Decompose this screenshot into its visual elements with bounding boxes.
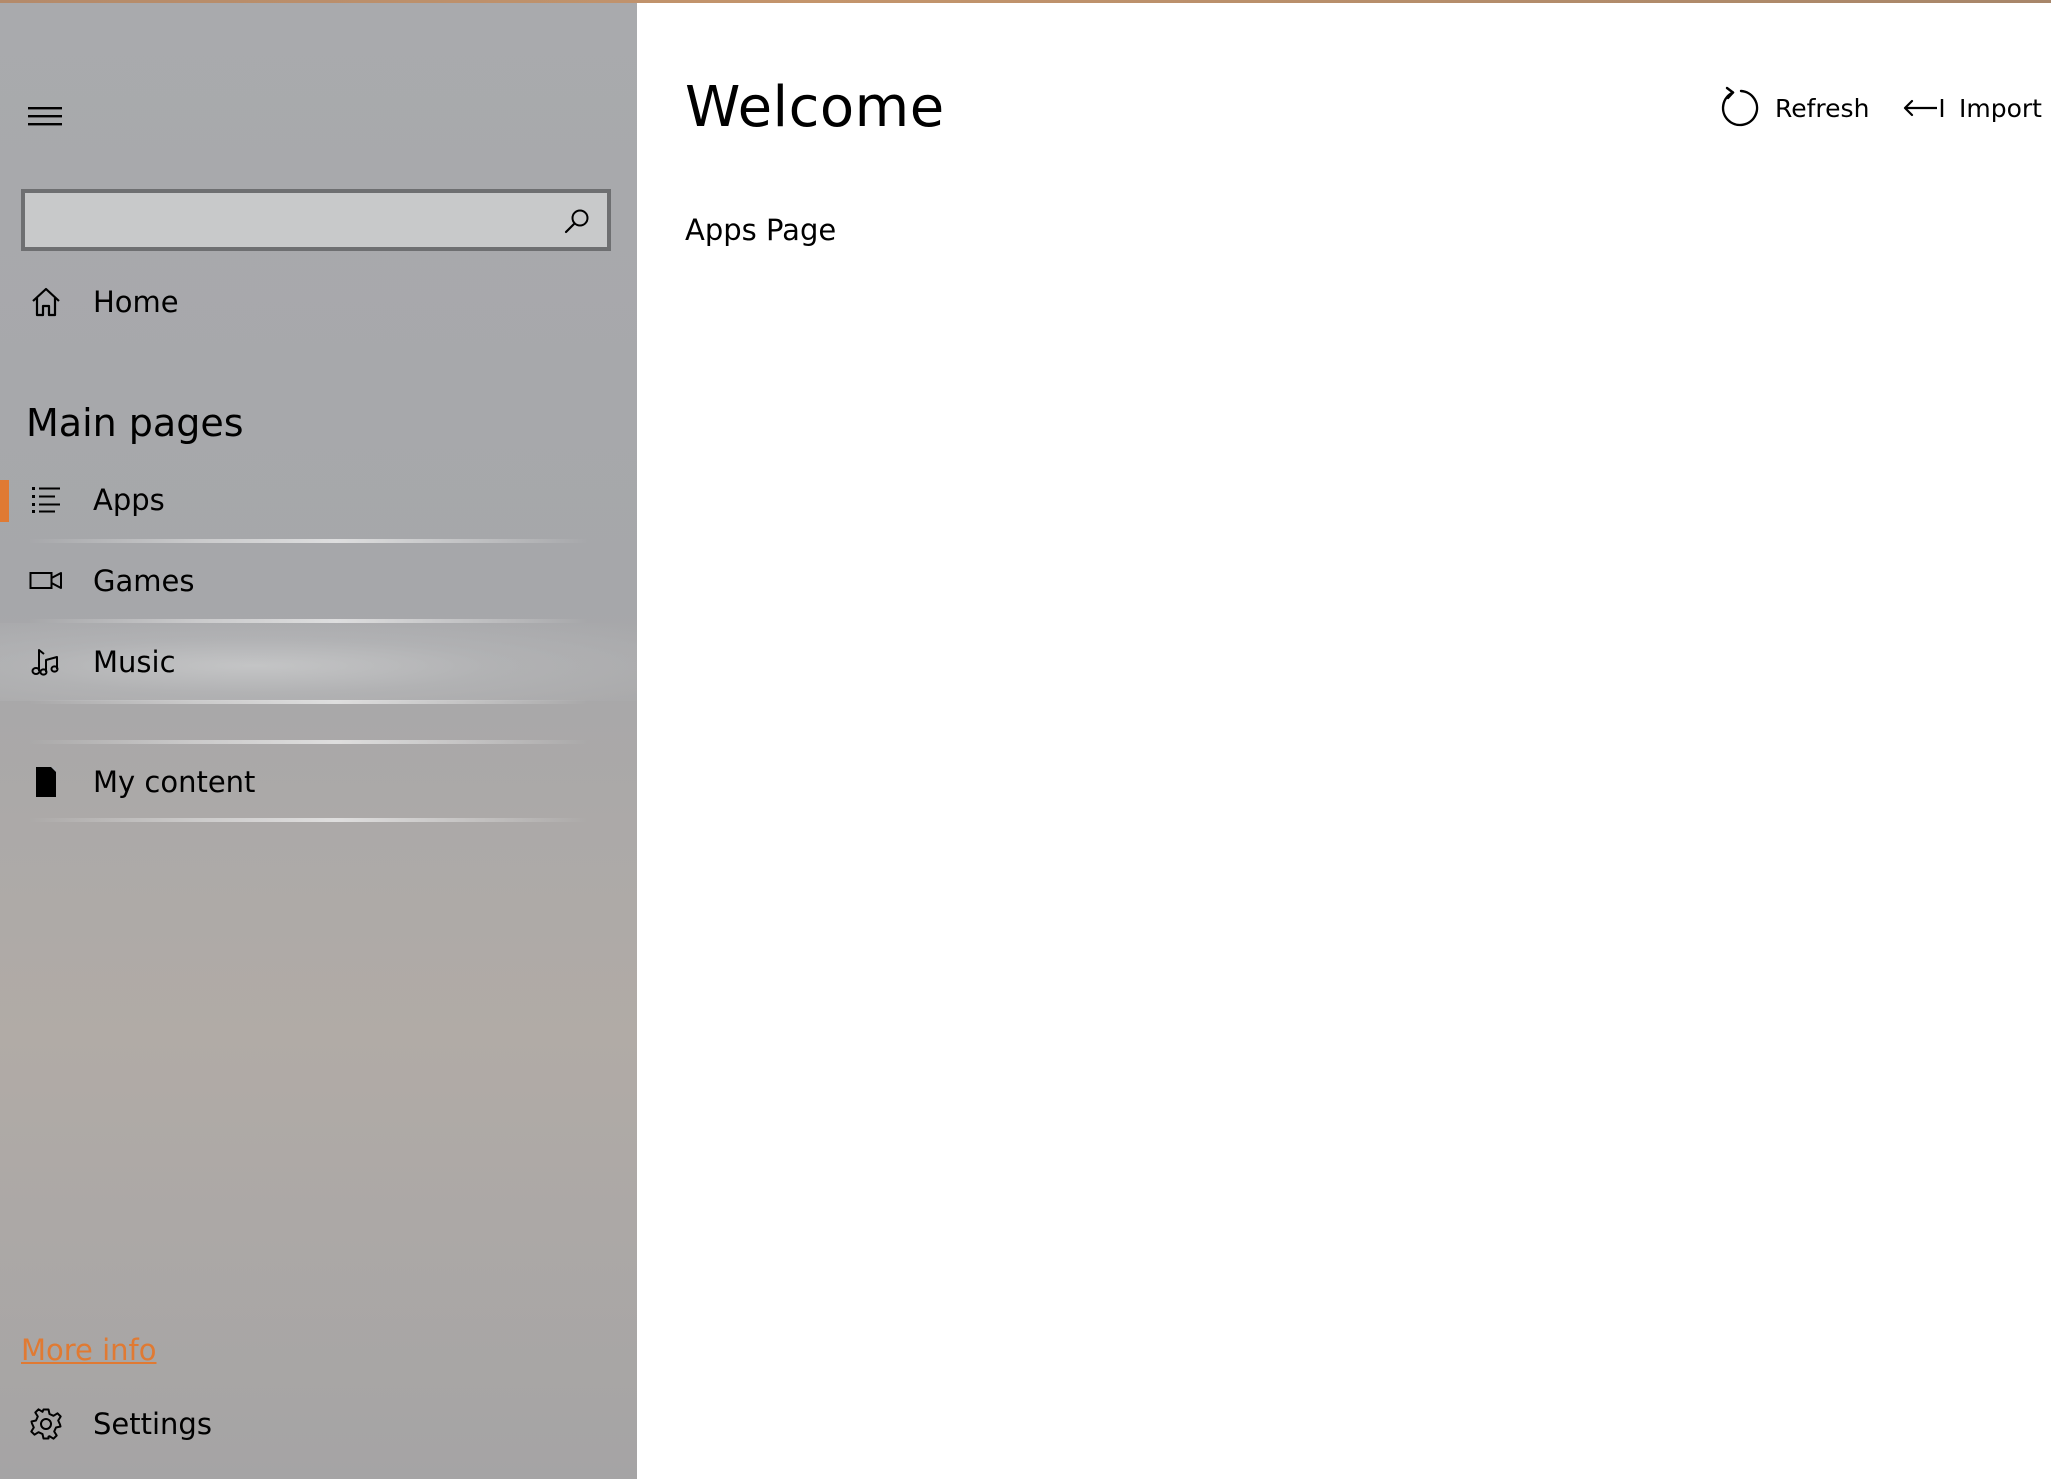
page-title: Welcome — [685, 75, 945, 140]
music-note-icon — [26, 642, 66, 682]
section-header-main-pages: Main pages — [26, 401, 244, 445]
hamburger-menu-button[interactable] — [14, 91, 76, 141]
video-camera-icon — [26, 561, 66, 601]
nav-item-my-content-label: My content — [93, 765, 256, 799]
refresh-button-label: Refresh — [1775, 93, 1870, 123]
nav-item-apps[interactable]: Apps — [0, 461, 637, 539]
page-subtitle: Apps Page — [685, 213, 837, 247]
nav-item-music-label: Music — [93, 645, 176, 679]
nav-item-settings-label: Settings — [93, 1407, 212, 1441]
bookmark-icon — [26, 762, 66, 802]
hamburger-icon — [28, 107, 62, 126]
import-button[interactable]: Import — [1901, 83, 2042, 133]
refresh-button[interactable]: Refresh — [1717, 83, 1869, 133]
nav-item-settings[interactable]: Settings — [0, 1385, 637, 1463]
more-info-link[interactable]: More info — [21, 1333, 157, 1367]
nav-item-games-label: Games — [93, 564, 195, 598]
home-icon — [26, 282, 66, 322]
search-icon — [564, 209, 589, 234]
selection-indicator — [0, 480, 9, 522]
nav-divider — [28, 700, 588, 704]
import-button-label: Import — [1959, 93, 2042, 123]
list-icon — [26, 480, 66, 520]
refresh-icon — [1717, 85, 1763, 131]
navigation-pane: Home Main pages Apps Games Music My cont… — [0, 3, 637, 1479]
search-box — [21, 189, 611, 251]
search-button[interactable] — [555, 199, 599, 243]
nav-item-games[interactable]: Games — [0, 542, 637, 620]
nav-item-home[interactable]: Home — [0, 263, 637, 341]
nav-item-home-label: Home — [93, 285, 179, 319]
gear-icon — [26, 1404, 66, 1444]
search-input[interactable] — [25, 193, 545, 247]
nav-item-apps-label: Apps — [93, 483, 165, 517]
nav-divider — [28, 818, 588, 822]
import-arrow-icon — [1901, 85, 1947, 131]
nav-item-my-content[interactable]: My content — [0, 743, 637, 821]
content-area: Welcome Refresh Import Apps Page — [637, 3, 2051, 1479]
nav-item-music[interactable]: Music — [0, 623, 637, 701]
